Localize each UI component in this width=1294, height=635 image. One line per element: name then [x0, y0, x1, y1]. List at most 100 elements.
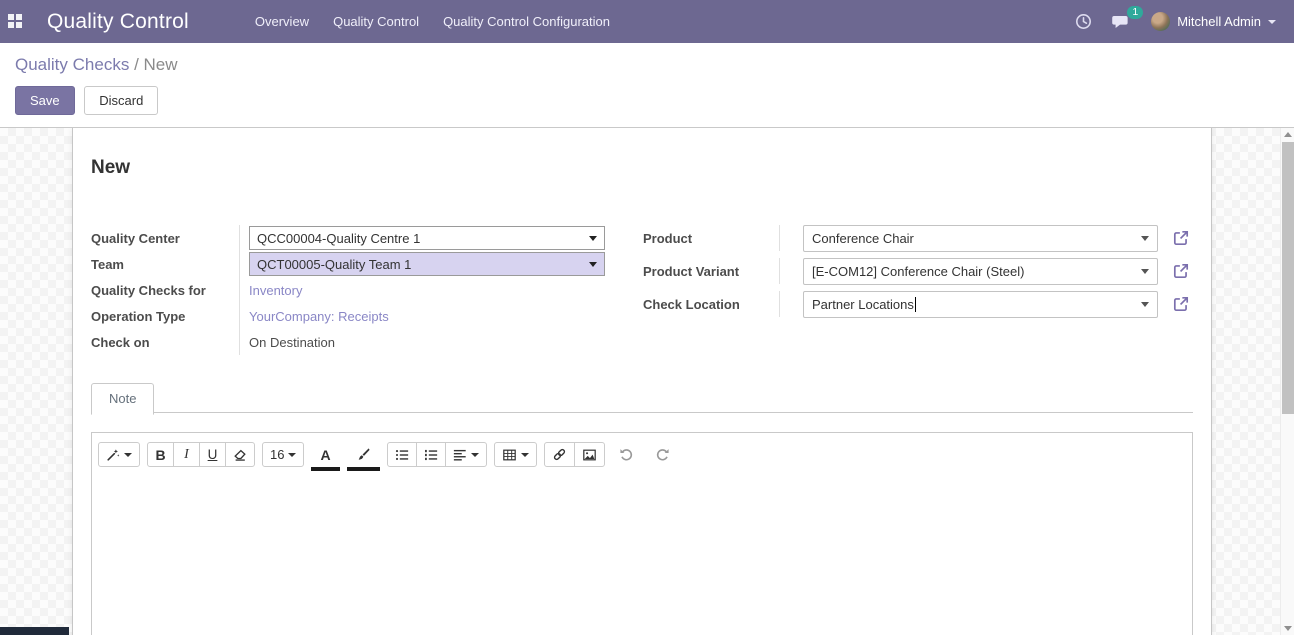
select-caret-icon: [589, 236, 597, 241]
list-ul-icon: [395, 448, 409, 462]
font-size-dropdown-button[interactable]: 16: [262, 442, 304, 467]
breadcrumb-quality-checks[interactable]: Quality Checks: [15, 55, 129, 74]
product-value: Conference Chair: [812, 231, 914, 246]
operation-type-link[interactable]: YourCompany: Receipts: [249, 309, 389, 324]
menu-item-quality-control[interactable]: Quality Control: [323, 8, 429, 35]
caret-down-icon: [288, 453, 296, 457]
clock-icon: [1075, 13, 1092, 30]
text-cursor: [915, 297, 916, 312]
ordered-list-button[interactable]: [416, 442, 446, 467]
product-variant-input[interactable]: [E-COM12] Conference Chair (Steel): [803, 258, 1158, 285]
team-select[interactable]: QCT00005-Quality Team 1: [249, 252, 605, 276]
main-menu: Overview Quality Control Quality Control…: [245, 8, 620, 35]
app-title[interactable]: Quality Control: [47, 10, 189, 34]
scrollbar-up-arrow[interactable]: [1281, 128, 1294, 141]
quality-checks-for-link[interactable]: Inventory: [249, 283, 302, 298]
caret-down-icon: [521, 453, 529, 457]
font-color-button[interactable]: A: [311, 442, 339, 471]
apps-menu-icon[interactable]: [8, 14, 23, 29]
bold-button[interactable]: B: [147, 442, 174, 467]
product-label: Product: [643, 225, 780, 251]
dropdown-caret-icon[interactable]: [1141, 236, 1149, 241]
operation-type-label: Operation Type: [91, 303, 240, 329]
quality-center-value: QCC00004-Quality Centre 1: [257, 231, 420, 246]
redo-icon: [655, 447, 670, 462]
style-dropdown-button[interactable]: [98, 442, 140, 467]
record-title: New: [91, 157, 1193, 179]
dropdown-caret-icon[interactable]: [1141, 302, 1149, 307]
underline-button[interactable]: U: [199, 442, 226, 467]
apps-grid-square: [8, 14, 14, 20]
note-editable-area[interactable]: [92, 478, 1192, 635]
team-label: Team: [91, 251, 240, 277]
field-row-check-location: Check Location Partner Locations: [643, 291, 1193, 317]
paragraph-align-button[interactable]: [445, 442, 487, 467]
user-menu[interactable]: Mitchell Admin: [1151, 12, 1276, 31]
discard-button[interactable]: Discard: [84, 86, 158, 115]
systray: 1 Mitchell Admin: [1075, 12, 1276, 31]
right-field-group: Product Conference Chair: [643, 225, 1193, 355]
unordered-list-button[interactable]: [387, 442, 417, 467]
product-variant-external-link-button[interactable]: [1172, 262, 1190, 280]
quality-center-label: Quality Center: [91, 225, 240, 251]
undo-icon: [619, 447, 634, 462]
scrollbar-down-arrow[interactable]: [1281, 622, 1294, 635]
quality-center-select[interactable]: QCC00004-Quality Centre 1: [249, 226, 605, 250]
triangle-up-icon: [1284, 132, 1292, 137]
field-row-team: Team QCT00005-Quality Team 1: [91, 251, 605, 277]
apps-grid-square: [16, 22, 22, 28]
external-link-icon: [1172, 229, 1190, 247]
scrollbar-thumb[interactable]: [1282, 142, 1294, 414]
field-row-check-on: Check on On Destination: [91, 329, 605, 355]
check-location-value: Partner Locations: [812, 297, 914, 312]
check-location-label: Check Location: [643, 291, 780, 317]
triangle-down-icon: [1284, 626, 1292, 631]
check-on-label: Check on: [91, 329, 240, 355]
redo-button[interactable]: [648, 442, 677, 467]
team-value: QCT00005-Quality Team 1: [257, 257, 411, 272]
dropdown-caret-icon[interactable]: [1141, 269, 1149, 274]
control-panel: Quality Checks / New Save Discard: [0, 43, 1294, 128]
check-on-value: On Destination: [249, 335, 335, 350]
quality-checks-for-label: Quality Checks for: [91, 277, 240, 303]
caret-down-icon: [471, 453, 479, 457]
external-link-icon: [1172, 295, 1190, 313]
product-variant-value: [E-COM12] Conference Chair (Steel): [812, 264, 1024, 279]
top-navbar: Quality Control Overview Quality Control…: [0, 0, 1294, 43]
user-avatar: [1151, 12, 1170, 31]
align-left-icon: [453, 448, 467, 462]
left-field-group: Quality Center QCC00004-Quality Centre 1…: [91, 225, 605, 355]
italic-button[interactable]: I: [173, 442, 200, 467]
breadcrumb: Quality Checks / New: [15, 55, 1294, 75]
note-editor: B I U 16 A: [91, 432, 1193, 635]
activities-clock-icon[interactable]: [1075, 13, 1092, 30]
product-input[interactable]: Conference Chair: [803, 225, 1158, 252]
table-button[interactable]: [494, 442, 537, 467]
insert-image-button[interactable]: [574, 442, 605, 467]
paintbrush-icon: [356, 447, 371, 462]
select-caret-icon: [589, 262, 597, 267]
check-location-external-link-button[interactable]: [1172, 295, 1190, 313]
vertical-scrollbar[interactable]: [1280, 128, 1294, 635]
insert-link-button[interactable]: [544, 442, 575, 467]
clear-formatting-button[interactable]: [225, 442, 255, 467]
menu-item-overview[interactable]: Overview: [245, 8, 319, 35]
insert-group: [544, 442, 605, 467]
paragraph-group: [387, 442, 487, 467]
apps-grid-square: [16, 14, 22, 20]
messages-menu[interactable]: 1: [1112, 13, 1131, 30]
form-view-background: New Quality Center QCC00004-Quality Cent…: [0, 128, 1294, 635]
check-location-input[interactable]: Partner Locations: [803, 291, 1158, 318]
magic-wand-icon: [106, 448, 120, 462]
external-link-icon: [1172, 262, 1190, 280]
highlight-color-button[interactable]: [347, 442, 380, 471]
menu-item-quality-control-configuration[interactable]: Quality Control Configuration: [433, 8, 620, 35]
field-row-product-variant: Product Variant [E-COM12] Conference Cha…: [643, 258, 1193, 284]
undo-button[interactable]: [612, 442, 641, 467]
notebook-tabs: Note: [91, 382, 1193, 413]
product-external-link-button[interactable]: [1172, 229, 1190, 247]
tab-note[interactable]: Note: [91, 383, 154, 415]
field-row-product: Product Conference Chair: [643, 225, 1193, 251]
save-button[interactable]: Save: [15, 86, 75, 115]
link-icon: [552, 447, 567, 462]
